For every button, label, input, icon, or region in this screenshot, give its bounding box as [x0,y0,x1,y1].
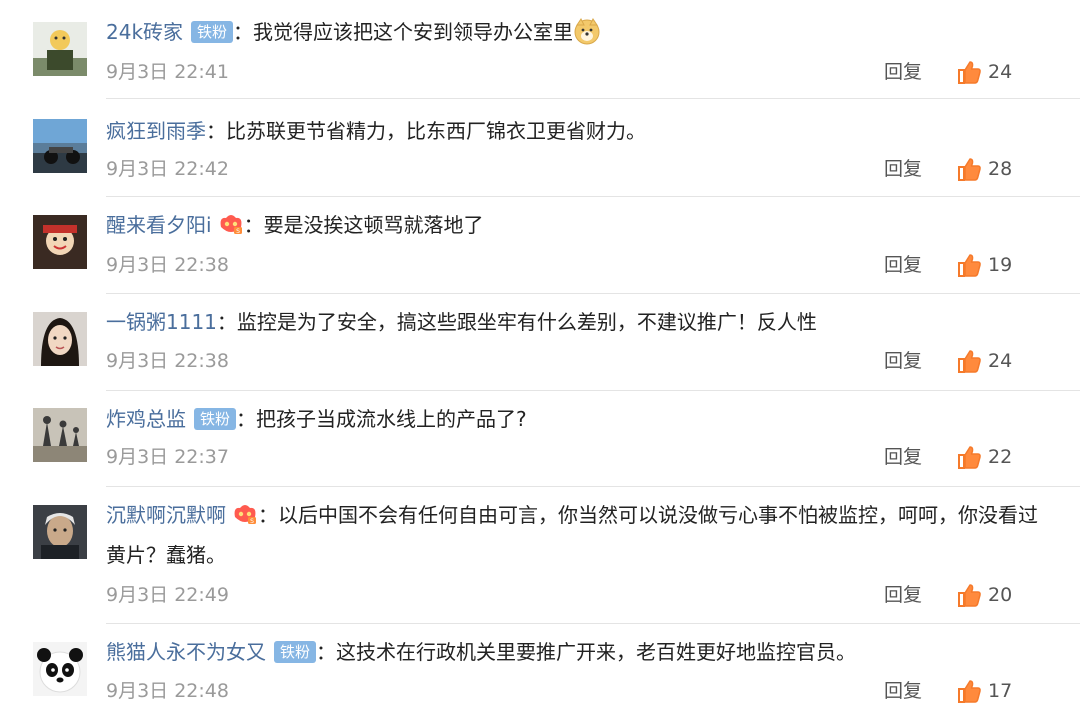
thumbs-up-icon [958,680,981,703]
comment-item: 一锅粥1111：监控是为了安全，搞这些跟坐牢有什么差别，不建议推广！反人性 9月… [0,294,1080,391]
reply-button[interactable]: 回复 [884,579,922,611]
doge-emoji-icon [574,18,600,45]
avatar[interactable] [33,119,87,173]
like-count: 20 [988,584,1013,606]
reply-button[interactable]: 回复 [884,675,922,707]
avatar[interactable] [33,505,87,559]
comment-item: 炸鸡总监 铁粉 ：把孩子当成流水线上的产品了? 9月3日 22:37 回复 22 [0,391,1080,487]
timestamp: 9月3日 22:37 [106,446,229,468]
like-button[interactable]: 22 [956,441,1020,473]
timestamp: 9月3日 22:49 [106,584,229,606]
timestamp: 9月3日 22:42 [106,158,229,180]
avatar[interactable] [33,312,87,366]
fan-badge[interactable]: 铁粉 [274,641,317,663]
comment-text: 这技术在行政机关里要推广开来，老百姓更好地监控官员。 [336,640,857,664]
reply-button[interactable]: 回复 [884,345,922,377]
timestamp: 9月3日 22:38 [106,350,229,372]
svg-text:S: S [236,228,240,235]
comment-text: 监控是为了安全，搞这些跟坐牢有什么差别，不建议推广！反人性 [236,310,817,334]
timestamp: 9月3日 22:38 [106,254,229,276]
fan-badge[interactable]: 铁粉 [194,408,237,430]
username[interactable]: 熊猫人永不为女又 [106,640,266,664]
like-count: 24 [988,350,1013,372]
thumbs-up-icon [958,584,981,607]
username[interactable]: 一锅粥1111 [106,310,217,334]
comment-item: 熊猫人永不为女又 铁粉 ：这技术在行政机关里要推广开来，老百姓更好地监控官员。 9月… [0,624,1080,721]
comment-text: 比苏联更节省精力，比东西厂锦衣卫更省财力。 [226,119,646,143]
colon: ： [236,407,257,431]
reply-button[interactable]: 回复 [884,56,922,88]
comment-item: 24k砖家 铁粉 ：我觉得应该把这个安到领导办公室里 9月3日 22:41 回复 2… [0,0,1080,99]
username[interactable]: 炸鸡总监 [106,407,186,431]
thumbs-up-icon [958,446,981,469]
reply-button[interactable]: 回复 [884,153,922,185]
like-count: 17 [988,680,1013,702]
comment-text: 要是没挨这顿骂就落地了 [263,213,484,237]
comment-item: 醒来看夕阳i S ：要是没挨这顿骂就落地了 9月3日 22:38 回复 19 [0,197,1080,294]
colon: ： [258,503,278,527]
username[interactable]: 疯狂到雨季 [106,119,206,143]
comment-text: 把孩子当成流水线上的产品了? [256,407,527,431]
colon: ： [316,640,337,664]
username[interactable]: 24k砖家 [106,20,183,44]
like-button[interactable]: 28 [956,153,1020,185]
thumbs-up-icon [958,158,981,181]
comment-item: 疯狂到雨季：比苏联更节省精力，比东西厂锦衣卫更省财力。 9月3日 22:42 回… [0,99,1080,197]
like-count: 28 [988,158,1013,180]
avatar[interactable] [33,408,87,462]
reply-button[interactable]: 回复 [884,441,922,473]
avatar[interactable] [33,22,87,76]
fan-badge[interactable]: 铁粉 [191,21,234,43]
colon: ： [216,310,237,334]
like-button[interactable]: 17 [956,675,1020,707]
svg-text:S: S [250,518,254,525]
like-button[interactable]: 20 [956,579,1020,611]
username[interactable]: 醒来看夕阳i [106,213,212,237]
thumbs-up-icon [958,350,981,373]
like-button[interactable]: 19 [956,249,1020,281]
reply-button[interactable]: 回复 [884,249,922,281]
like-count: 24 [988,61,1013,83]
timestamp: 9月3日 22:48 [106,680,229,702]
username[interactable]: 沉默啊沉默啊 [106,503,226,527]
vip-crown-icon[interactable]: S [218,211,244,237]
like-count: 19 [988,254,1013,276]
thumbs-up-icon [958,61,981,84]
comment-item: 沉默啊沉默啊 S ：以后中国不会有任何自由可言，你当然可以说没做亏心事不怕被监控，呵… [0,487,1080,624]
comment-text: 我觉得应该把这个安到领导办公室里 [253,20,574,44]
avatar[interactable] [33,642,87,696]
like-count: 22 [988,446,1013,468]
like-button[interactable]: 24 [956,345,1020,377]
like-button[interactable]: 24 [956,56,1020,88]
colon: ： [233,20,254,44]
colon: ： [206,119,226,143]
avatar[interactable] [33,215,87,269]
vip-crown-icon[interactable]: S [232,501,258,527]
thumbs-up-icon [958,254,981,277]
colon: ： [243,213,264,237]
timestamp: 9月3日 22:41 [106,61,229,83]
